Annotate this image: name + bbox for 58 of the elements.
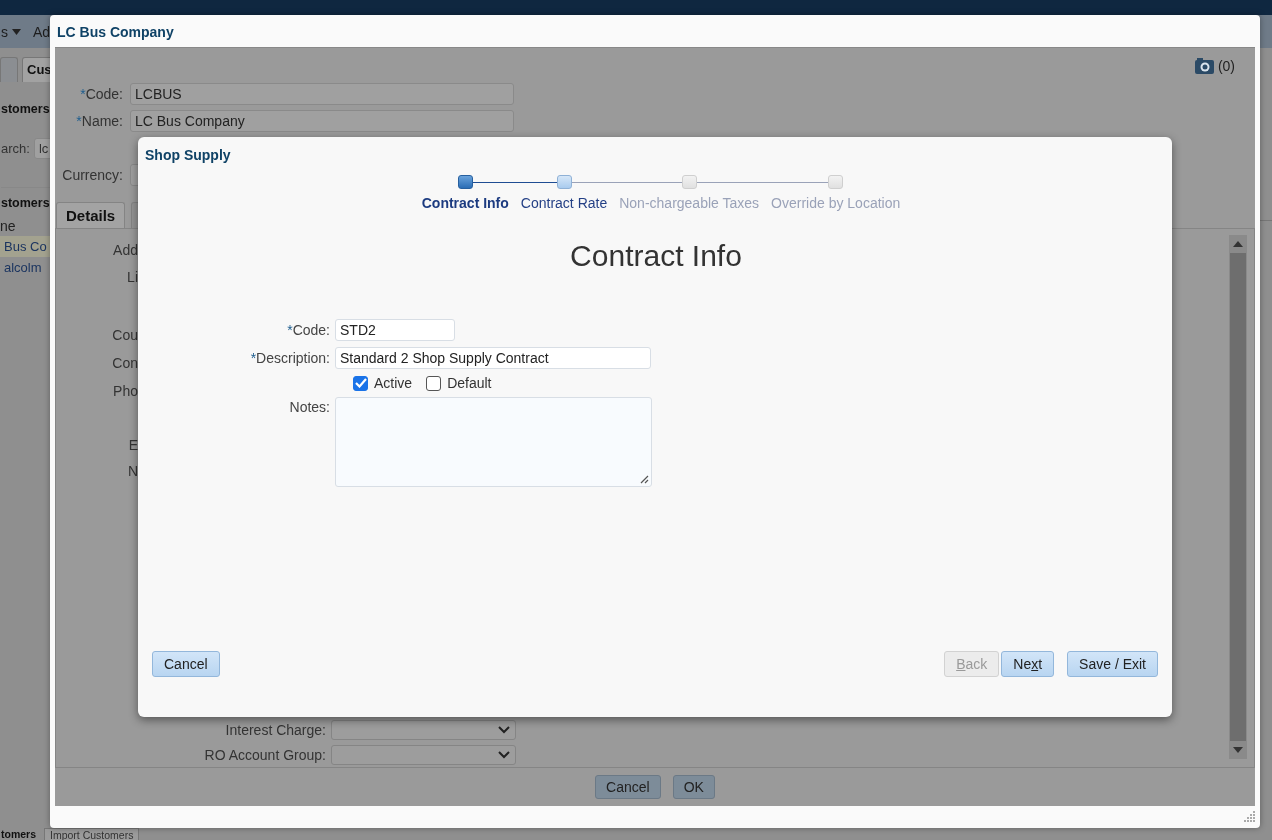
section-heading: stomers bbox=[1, 102, 50, 116]
step-label[interactable]: Contract Rate bbox=[520, 195, 608, 211]
input-field[interactable]: LC Bus Company bbox=[130, 110, 514, 132]
field-label: Notes: bbox=[289, 398, 330, 415]
field-label: RO Account Group: bbox=[203, 747, 326, 763]
chevron-down-icon bbox=[498, 726, 510, 734]
column-header: ne bbox=[0, 217, 17, 236]
field-label: *Description: bbox=[250, 350, 330, 366]
dialog-title: Shop Supply bbox=[144, 146, 232, 163]
input-field[interactable]: STD2 bbox=[335, 319, 455, 341]
step-label[interactable]: Contract Info bbox=[421, 195, 509, 211]
step-marker[interactable] bbox=[556, 175, 572, 189]
menu-item[interactable]: Ad bbox=[33, 23, 51, 40]
checkbox-label: Active bbox=[374, 375, 413, 391]
field-label: Pho bbox=[113, 382, 138, 400]
resize-grip-icon[interactable] bbox=[1244, 810, 1256, 822]
input-field[interactable]: Standard 2 Shop Supply Contract bbox=[335, 347, 651, 369]
field-label: *Name: bbox=[75, 113, 123, 129]
cancel-button[interactable]: Cancel bbox=[152, 651, 220, 677]
field-label: N bbox=[127, 462, 138, 480]
resize-handle-icon[interactable] bbox=[640, 475, 649, 484]
field-label: Interest Charge: bbox=[224, 722, 326, 738]
checkbox-label: Default bbox=[447, 375, 492, 391]
field-label: *Code: bbox=[287, 322, 330, 338]
field-label: E bbox=[128, 436, 138, 454]
scroll-down-icon[interactable] bbox=[1233, 747, 1243, 753]
tab[interactable]: Details bbox=[56, 202, 126, 228]
field-label: Con bbox=[112, 354, 138, 372]
dropdown-field[interactable] bbox=[331, 745, 516, 765]
step-marker[interactable] bbox=[457, 175, 473, 189]
ok-button[interactable]: OK bbox=[672, 775, 715, 799]
tab[interactable]: tomers bbox=[1, 828, 36, 840]
field-label: *Code: bbox=[79, 86, 123, 102]
checkbox[interactable] bbox=[426, 375, 442, 391]
field-label: Currency: bbox=[61, 167, 123, 183]
next-button[interactable]: Next bbox=[1001, 651, 1055, 677]
page-heading: Contract Info bbox=[569, 239, 743, 273]
tab[interactable] bbox=[0, 57, 18, 82]
field-label: Cou bbox=[112, 326, 138, 344]
camera-icon bbox=[1194, 58, 1214, 74]
attachment-count: (0) bbox=[1217, 58, 1235, 74]
search-label: arch: bbox=[1, 141, 30, 156]
caret-icon bbox=[12, 28, 21, 35]
dialog-title: LC Bus Company bbox=[56, 23, 175, 42]
field-label: Add bbox=[113, 241, 138, 259]
menu-item[interactable]: s bbox=[1, 23, 21, 40]
checkbox[interactable] bbox=[353, 375, 368, 391]
dropdown-field[interactable] bbox=[331, 720, 516, 740]
cancel-button[interactable]: Cancel bbox=[595, 775, 661, 799]
scrollbar[interactable] bbox=[1229, 235, 1247, 759]
list-row[interactable]: Bus Co bbox=[0, 236, 50, 257]
save-exit-button[interactable]: Save / Exit bbox=[1067, 651, 1158, 677]
input-field[interactable]: LCBUS bbox=[130, 83, 514, 105]
chevron-down-icon bbox=[498, 751, 510, 759]
list-row[interactable]: alcolm bbox=[0, 257, 50, 278]
field-label: Li bbox=[127, 268, 138, 286]
notes-field[interactable] bbox=[335, 397, 652, 487]
scroll-up-icon[interactable] bbox=[1233, 241, 1243, 247]
